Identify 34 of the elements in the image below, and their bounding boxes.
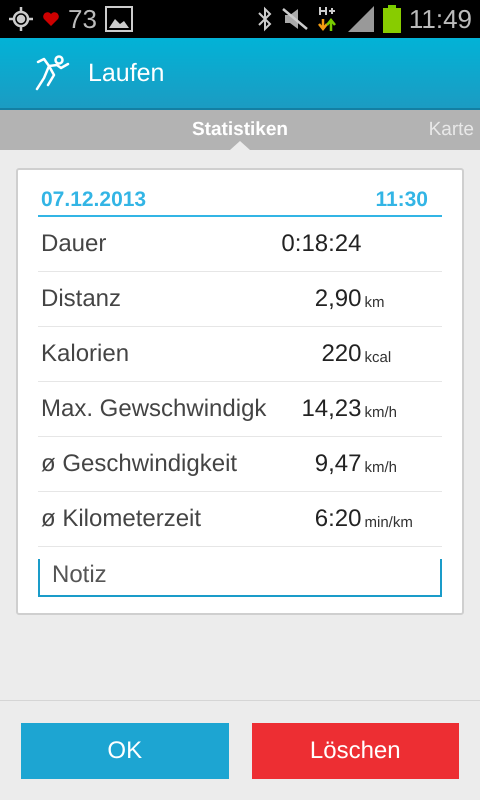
delete-button[interactable]: Löschen	[252, 722, 459, 778]
stat-value: 2,90	[314, 285, 362, 313]
stat-label: Max. Gewschwindigk	[41, 395, 268, 423]
stat-value: 6:20	[314, 505, 362, 533]
date: 07.12.2013	[41, 188, 146, 212]
stat-label: ø Geschwindigkeit	[41, 450, 238, 478]
stat-value: 9,47	[314, 450, 362, 478]
stat-unit: km	[364, 294, 384, 310]
ok-button[interactable]: OK	[21, 722, 228, 778]
bluetooth-icon	[256, 6, 273, 32]
signal-icon	[346, 5, 375, 33]
stat-label: Kalorien	[41, 340, 130, 368]
stat-label: ø Kilometerzeit	[41, 505, 202, 533]
tab[interactable]: Statistiken	[186, 110, 294, 150]
stat-unit: min/km	[364, 514, 413, 530]
stat-unit: km/h	[364, 404, 398, 420]
stat-value: 220	[321, 340, 362, 368]
battery-icon	[382, 5, 401, 33]
clock: 11:49	[408, 4, 472, 34]
stat-unit: kcal	[364, 348, 392, 366]
app-title: Laufen	[88, 58, 164, 88]
data-transfer-icon	[316, 5, 339, 33]
notification-count: 73	[68, 4, 97, 34]
stat-value: 0:18:24	[281, 230, 362, 258]
image-icon	[104, 6, 133, 32]
stat-unit: km/h	[364, 458, 398, 476]
start-time: 11:30	[375, 188, 428, 212]
stat-label: Distanz	[41, 285, 122, 313]
note-field[interactable]: Notiz	[38, 559, 442, 597]
gps-icon	[8, 6, 34, 32]
stat-value: 14,23	[301, 395, 362, 423]
heart-icon	[42, 10, 60, 28]
stat-label: Dauer	[41, 230, 108, 258]
mute-icon	[280, 6, 309, 32]
